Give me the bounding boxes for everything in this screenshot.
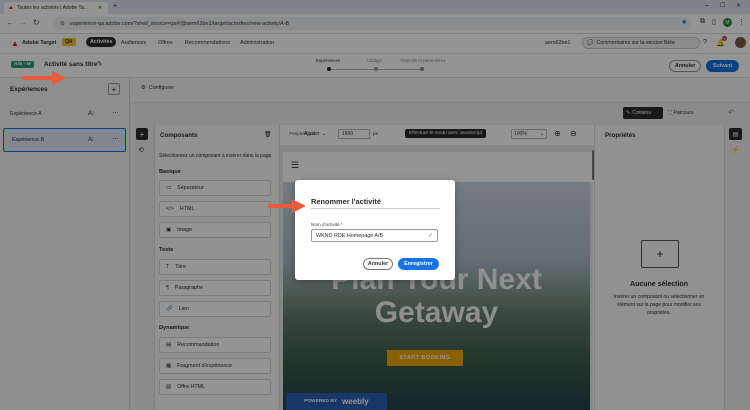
activity-name-label: Nom d'activité * bbox=[311, 222, 343, 227]
checkmark-icon: ✓ bbox=[427, 233, 433, 239]
activity-name-input[interactable]: WKND RDE Homepage A/B ✓ bbox=[311, 229, 438, 242]
annotation-arrow-icon bbox=[22, 71, 66, 85]
dialog-divider bbox=[311, 208, 440, 209]
activity-name-value: WKND RDE Homepage A/B bbox=[316, 232, 384, 239]
required-marker: * bbox=[341, 222, 343, 227]
dialog-save-button[interactable]: Enregistrer bbox=[398, 258, 439, 270]
annotation-arrow-icon bbox=[268, 199, 306, 213]
field-label-text: Nom d'activité bbox=[311, 222, 340, 227]
dialog-cancel-button[interactable]: Annuler bbox=[363, 258, 393, 270]
dialog-title: Renommer l'activité bbox=[311, 197, 381, 206]
